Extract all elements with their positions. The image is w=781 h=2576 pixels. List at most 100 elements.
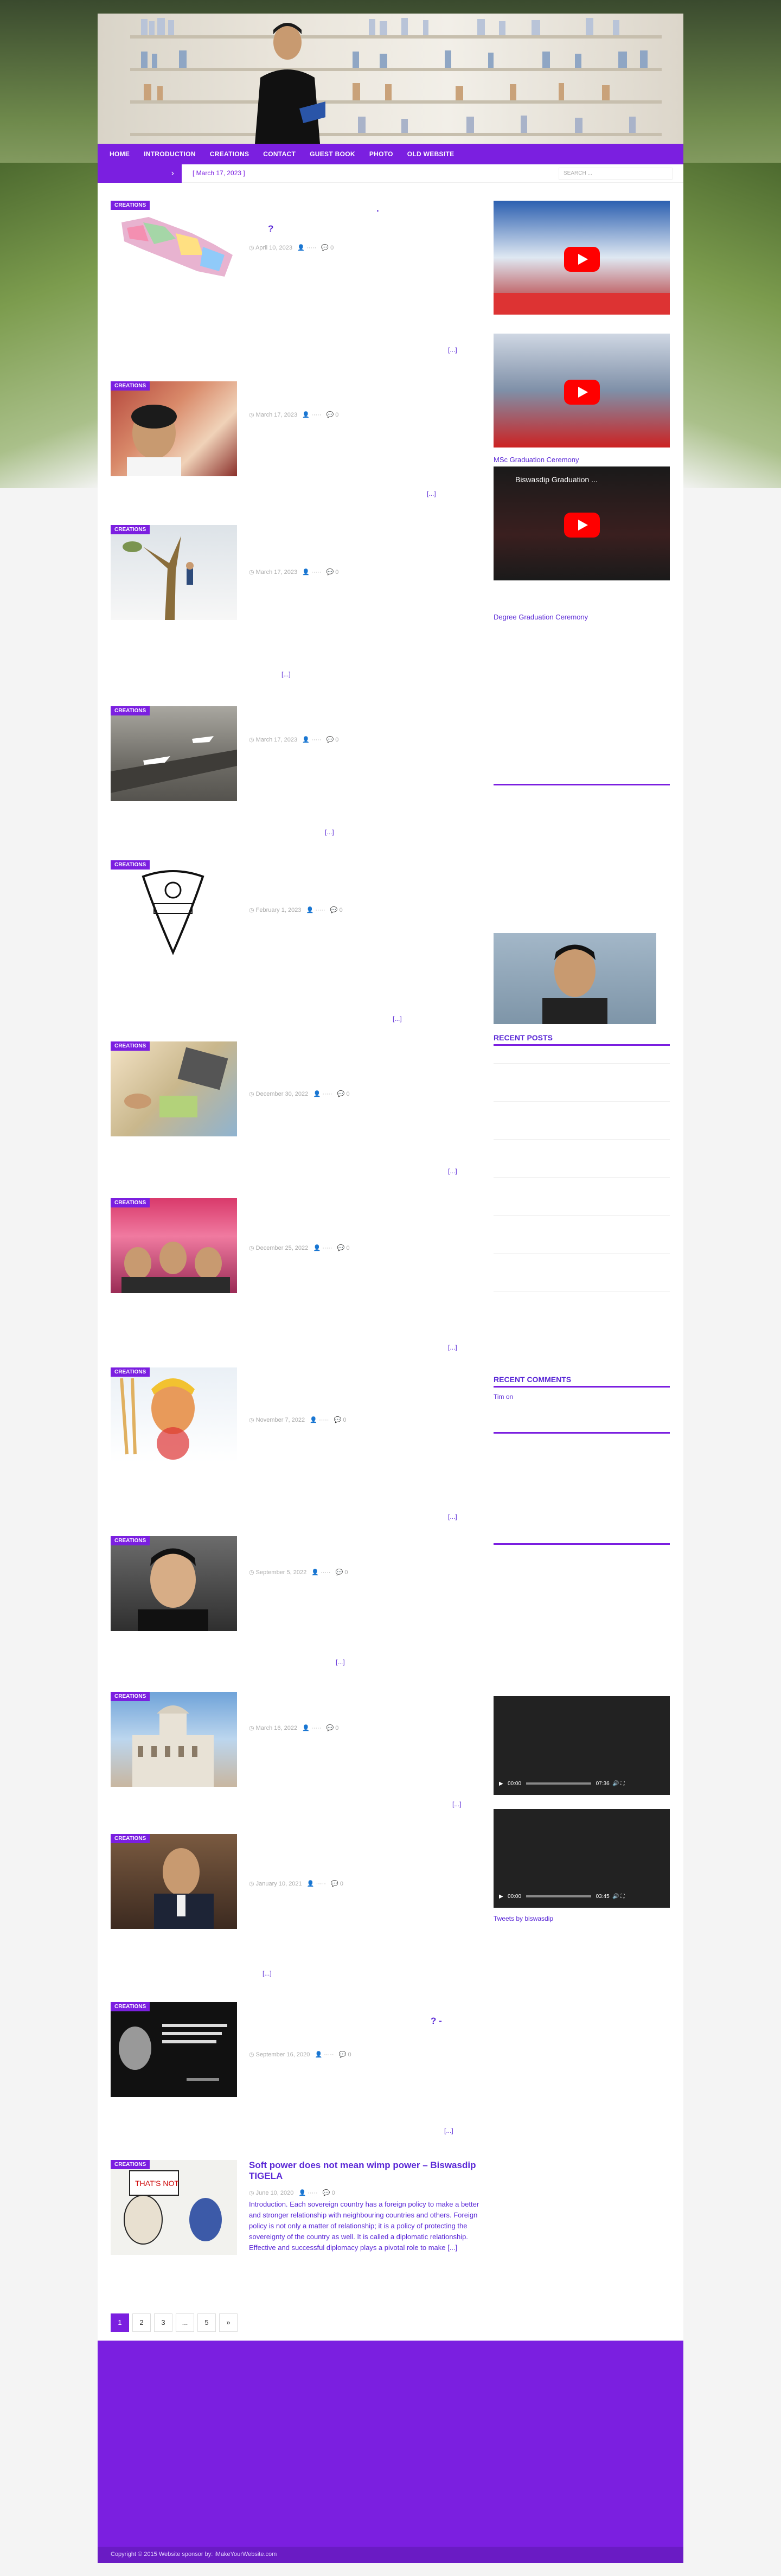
- category-badge[interactable]: CREATIONS: [111, 706, 150, 715]
- read-more-link[interactable]: [...]: [452, 1800, 462, 1808]
- video-progress[interactable]: [526, 1782, 591, 1785]
- category-badge[interactable]: CREATIONS: [111, 1536, 150, 1545]
- page-5[interactable]: 5: [197, 2313, 216, 2332]
- post-thumbnail[interactable]: THAT'S NOT: [111, 2160, 237, 2255]
- post-thumbnail[interactable]: [111, 860, 237, 955]
- post-thumbnail[interactable]: [111, 1536, 237, 1631]
- background-trees-right: [678, 163, 781, 488]
- video-title[interactable]: Biswasdip Graduation ...: [515, 475, 598, 484]
- widget-divider: [494, 784, 670, 785]
- next-page-button[interactable]: »: [219, 2313, 238, 2332]
- tweets-link[interactable]: Tweets by biswasdip: [494, 1915, 553, 1922]
- nav-old-website[interactable]: OLD WEBSITE: [403, 150, 464, 158]
- post-thumbnail[interactable]: [111, 706, 237, 801]
- post-thumbnail[interactable]: [111, 1041, 237, 1136]
- list-divider: [494, 1139, 670, 1140]
- read-more-link[interactable]: [...]: [393, 1015, 402, 1022]
- degree-ceremony-link[interactable]: Degree Graduation Ceremony: [494, 613, 588, 621]
- category-badge[interactable]: CREATIONS: [111, 381, 150, 391]
- video-player-1[interactable]: ▶ 00:00 07:36 🔊 ⛶: [494, 1696, 670, 1795]
- page-3[interactable]: 3: [154, 2313, 172, 2332]
- post-thumbnail[interactable]: [111, 1692, 237, 1787]
- post-meta: ◷ December 30, 2022 👤 ····· 💬 0: [249, 1091, 350, 1097]
- video-controls[interactable]: ▶ 00:00 03:45 🔊 ⛶: [499, 1894, 664, 1902]
- post-title[interactable]: Soft power does not mean wimp power – Bi…: [249, 2160, 482, 2182]
- category-badge[interactable]: CREATIONS: [111, 860, 150, 870]
- comment-count: 0: [346, 1245, 350, 1251]
- footer-copyright: Copyright © 2015 Website sponsor by: iMa…: [98, 2547, 683, 2563]
- play-icon[interactable]: [564, 380, 600, 405]
- play-icon[interactable]: [564, 247, 600, 272]
- recent-comments-heading: RECENT COMMENTS: [494, 1375, 670, 1388]
- post-title-mark[interactable]: ?: [268, 223, 501, 234]
- search-input[interactable]: SEARCH ...: [559, 168, 673, 180]
- page-container: HOME INTRODUCTION CREATIONS CONTACT GUES…: [98, 14, 683, 2563]
- post-thumbnail[interactable]: [111, 1198, 237, 1293]
- video-player-2[interactable]: ▶ 00:00 03:45 🔊 ⛶: [494, 1809, 670, 1908]
- nav-photo[interactable]: PHOTO: [365, 150, 403, 158]
- list-divider: [494, 1253, 670, 1254]
- read-more-link[interactable]: [...]: [448, 1167, 457, 1175]
- post-date: March 16, 2022: [255, 1725, 298, 1731]
- post-meta: ◷ March 17, 2023 👤 ····· 💬 0: [249, 412, 339, 418]
- read-more-link[interactable]: [...]: [448, 1344, 457, 1351]
- category-badge[interactable]: CREATIONS: [111, 2160, 150, 2169]
- nav-contact[interactable]: CONTACT: [259, 150, 305, 158]
- post-thumbnail[interactable]: [111, 1367, 237, 1462]
- read-more-link[interactable]: [...]: [281, 670, 291, 678]
- post-title[interactable]: ? -: [431, 2016, 664, 2027]
- bookshelf-books: [141, 18, 648, 133]
- header-banner: [98, 14, 683, 144]
- youtube-embed-3[interactable]: Biswasdip Graduation ...: [494, 466, 670, 580]
- post-meta: ◷ January 10, 2021 👤 ····· 💬 0: [249, 1881, 343, 1887]
- category-badge[interactable]: CREATIONS: [111, 201, 150, 210]
- post-date: January 10, 2021: [255, 1881, 302, 1887]
- category-badge[interactable]: CREATIONS: [111, 2002, 150, 2011]
- read-more-link[interactable]: [...]: [444, 2127, 453, 2134]
- youtube-embed-1[interactable]: [494, 201, 670, 315]
- video-current-time: 00:00: [508, 1894, 522, 1900]
- read-more-link[interactable]: [...]: [336, 1658, 345, 1666]
- category-badge[interactable]: CREATIONS: [111, 1834, 150, 1843]
- quote-thumbnail: [119, 2024, 227, 2081]
- post-meta: ◷ June 10, 2020 👤 ····· 💬 0: [249, 2190, 335, 2196]
- play-icon[interactable]: [564, 513, 600, 538]
- video-controls[interactable]: ▶ 00:00 07:36 🔊 ⛶: [499, 1781, 664, 1789]
- post-thumbnail[interactable]: [111, 1834, 237, 1929]
- youtube-embed-2[interactable]: [494, 334, 670, 448]
- video-progress[interactable]: [526, 1895, 591, 1898]
- ticker-arrow-icon[interactable]: ›: [98, 164, 182, 183]
- read-more-link[interactable]: [...]: [427, 490, 436, 497]
- video-duration: 07:36: [596, 1781, 610, 1787]
- profile-photo-drawing: [542, 944, 607, 1024]
- read-more-link[interactable]: [...]: [263, 1970, 272, 1977]
- category-badge[interactable]: CREATIONS: [111, 1367, 150, 1377]
- ticker-date[interactable]: [ March 17, 2023 ]: [193, 169, 245, 177]
- nav-creations[interactable]: CREATIONS: [206, 150, 259, 158]
- page-2[interactable]: 2: [132, 2313, 151, 2332]
- category-badge[interactable]: CREATIONS: [111, 1692, 150, 1701]
- read-more-link[interactable]: [...]: [325, 828, 334, 836]
- post-thumbnail[interactable]: [111, 381, 237, 476]
- post-thumbnail[interactable]: [111, 201, 237, 296]
- nav-guest-book[interactable]: GUEST BOOK: [305, 150, 365, 158]
- nav-introduction[interactable]: INTRODUCTION: [139, 150, 206, 158]
- list-divider: [494, 1291, 670, 1292]
- msc-ceremony-link[interactable]: MSc Graduation Ceremony: [494, 456, 579, 464]
- post-thumbnail[interactable]: [111, 525, 237, 620]
- page-1[interactable]: 1: [111, 2313, 129, 2332]
- post-meta: ◷ December 25, 2022 👤 ····· 💬 0: [249, 1245, 350, 1251]
- recent-posts-heading: RECENT POSTS: [494, 1033, 670, 1046]
- read-more-link[interactable]: [...]: [448, 346, 457, 354]
- category-badge[interactable]: CREATIONS: [111, 1198, 150, 1207]
- comment-author[interactable]: Tim on: [494, 1393, 513, 1401]
- video-caption-bar: [494, 293, 670, 315]
- category-badge[interactable]: CREATIONS: [111, 525, 150, 534]
- category-badge[interactable]: CREATIONS: [111, 1041, 150, 1051]
- comment-count: 0: [343, 1417, 347, 1423]
- nav-home[interactable]: HOME: [105, 150, 139, 158]
- read-more-link[interactable]: [...]: [448, 1513, 457, 1520]
- post-thumbnail[interactable]: [111, 2002, 237, 2097]
- comment-count: 0: [331, 2190, 335, 2196]
- post-date: March 17, 2023: [255, 737, 298, 743]
